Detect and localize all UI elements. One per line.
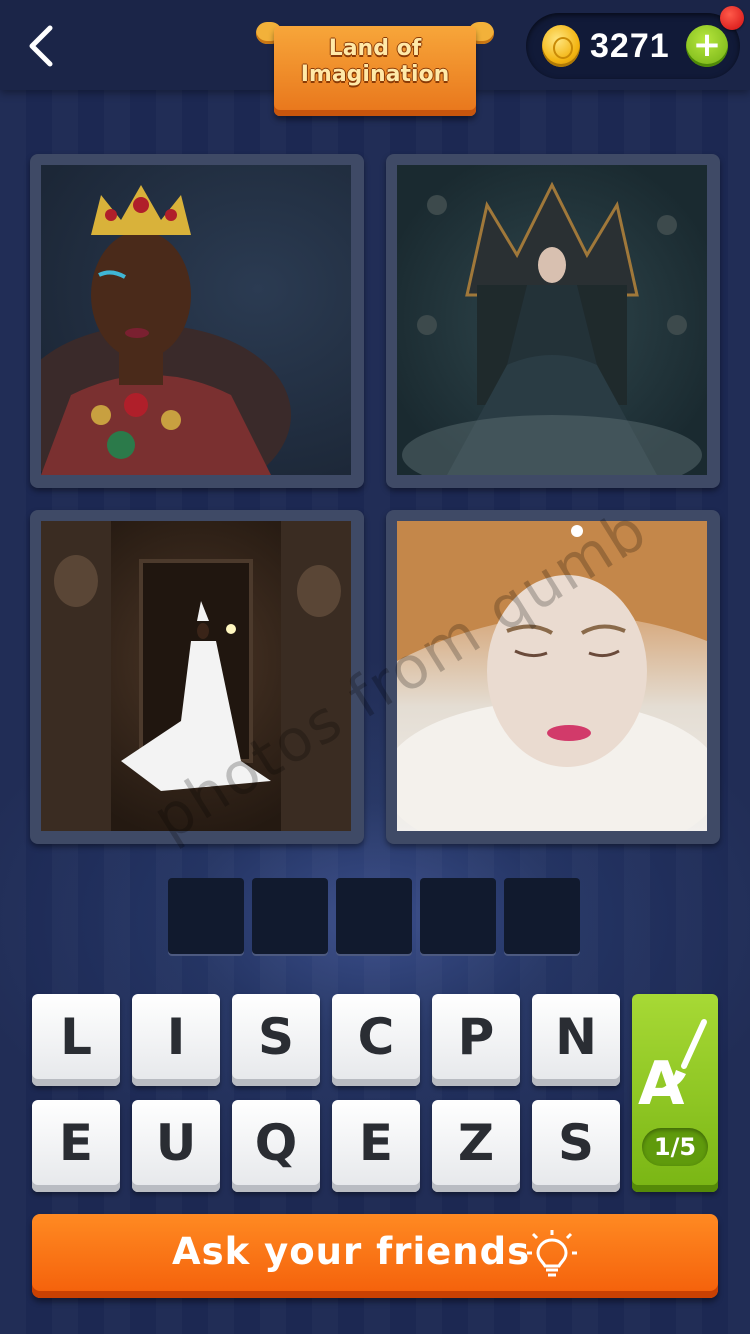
paintbrush-letter-icon: A: [638, 1019, 707, 1119]
letter-keyboard: L I S C P N E U Q E Z S: [30, 994, 630, 1194]
notification-dot: [720, 6, 744, 30]
letter-key[interactable]: S: [232, 994, 320, 1086]
photo-crowned-woman: [41, 165, 351, 475]
photo-tile-2[interactable]: [386, 154, 720, 488]
letter-key[interactable]: C: [332, 994, 420, 1086]
letter-key[interactable]: E: [32, 1100, 120, 1192]
add-coins-button[interactable]: +: [686, 25, 728, 67]
answer-slot[interactable]: [504, 878, 580, 954]
level-title: Land of Imagination: [300, 36, 450, 87]
letter-key[interactable]: I: [132, 994, 220, 1086]
photo-tile-3[interactable]: [30, 510, 364, 844]
answer-slot[interactable]: [168, 878, 244, 954]
photo-dark-queen-throne: [397, 165, 707, 475]
photo-woman-white-gown: [41, 521, 351, 831]
ask-friends-label: Ask your friends: [172, 1230, 531, 1273]
letter-key[interactable]: N: [532, 994, 620, 1086]
coin-icon: [542, 25, 580, 67]
answer-slot[interactable]: [420, 878, 496, 954]
reveal-letter-hint-button[interactable]: A 1/5: [632, 994, 718, 1192]
letter-key[interactable]: S: [532, 1100, 620, 1192]
answer-slot[interactable]: [252, 878, 328, 954]
letter-key[interactable]: U: [132, 1100, 220, 1192]
coin-count: 3271: [590, 27, 670, 65]
answer-slots: [168, 878, 584, 958]
lightbulb-icon: [527, 1230, 577, 1277]
letter-key[interactable]: L: [32, 994, 120, 1086]
answer-slot[interactable]: [336, 878, 412, 954]
hint-count: 1/5: [642, 1128, 708, 1166]
photo-woman-ruff-collar: [397, 521, 707, 831]
photo-tile-1[interactable]: [30, 154, 364, 488]
back-button[interactable]: [18, 20, 64, 72]
letter-key[interactable]: Q: [232, 1100, 320, 1192]
chevron-left-icon: [29, 25, 53, 67]
letter-key[interactable]: Z: [432, 1100, 520, 1192]
letter-key[interactable]: E: [332, 1100, 420, 1192]
level-banner: Land of Imagination: [256, 16, 494, 124]
letter-key[interactable]: P: [432, 994, 520, 1086]
coin-counter: 3271 +: [526, 13, 740, 79]
ask-friends-button[interactable]: Ask your friends: [32, 1214, 718, 1298]
photo-tile-4[interactable]: [386, 510, 720, 844]
